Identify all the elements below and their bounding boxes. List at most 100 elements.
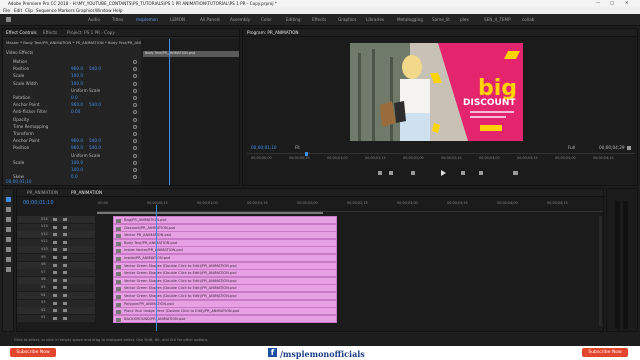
selection-tool-icon[interactable]: [6, 197, 11, 202]
hand-tool-icon[interactable]: [6, 257, 11, 262]
fit-dropdown[interactable]: Fit: [295, 145, 300, 150]
export-frame-icon[interactable]: [513, 171, 518, 175]
effect-property-row[interactable]: 100.0: [3, 167, 139, 174]
razor-tool-icon[interactable]: [6, 227, 11, 232]
effect-property-row[interactable]: Anchor Point 960.0 540.0: [3, 102, 139, 109]
quality-dropdown[interactable]: Full: [568, 145, 575, 150]
track-header[interactable]: V3: [17, 299, 95, 307]
menu-file[interactable]: File: [3, 8, 10, 13]
pen-tool-icon[interactable]: [6, 247, 11, 252]
effect-property-row[interactable]: Transform: [3, 131, 139, 138]
subscribe-button-right[interactable]: Subscribe Now: [582, 348, 628, 357]
keyframe-toggle-icon[interactable]: [133, 168, 137, 172]
timeline-playhead[interactable]: [156, 205, 157, 331]
keyframe-toggle-icon[interactable]: [133, 110, 137, 115]
tab-effects[interactable]: Effects: [43, 30, 57, 35]
eye-icon[interactable]: [63, 294, 67, 297]
program-ruler[interactable]: 00;00;00;00 00;00;00;15 00;00;01;00 00;00;0…: [247, 152, 635, 163]
effect-property-row[interactable]: Uniform Scale: [3, 88, 139, 95]
property-value-1[interactable]: 0.0: [71, 95, 78, 100]
property-value-1[interactable]: 100.0: [71, 160, 83, 165]
eye-icon[interactable]: [63, 271, 67, 275]
keyframe-toggle-icon[interactable]: [133, 67, 137, 72]
property-value-1[interactable]: 100.0: [71, 167, 83, 172]
menu-markers[interactable]: Markers: [58, 8, 75, 13]
lock-icon[interactable]: [53, 233, 57, 237]
track-header[interactable]: V7: [17, 269, 95, 277]
effect-property-row[interactable]: Uniform Scale: [3, 153, 139, 160]
workspace-libraries[interactable]: Libraries: [366, 17, 384, 22]
timeline-clip[interactable]: BACKGROUND/PR_ANIMATION.psd: [113, 314, 337, 323]
property-value-1[interactable]: Uniform Scale: [71, 88, 100, 93]
workspace-graphics[interactable]: Graphics: [338, 17, 357, 22]
lock-icon[interactable]: [53, 316, 57, 320]
eye-icon[interactable]: [63, 248, 67, 252]
effect-property-row[interactable]: Time Remapping: [3, 124, 139, 131]
eye-icon[interactable]: [63, 278, 67, 282]
effect-property-row[interactable]: Motion: [3, 59, 139, 66]
eye-icon[interactable]: [63, 301, 67, 305]
workspace-audio[interactable]: Audio: [88, 17, 100, 22]
lock-icon[interactable]: [53, 301, 57, 305]
program-title[interactable]: Program: PR_ANIMATION: [247, 30, 299, 35]
property-value-1[interactable]: 0.0: [71, 174, 78, 179]
facebook-icon[interactable]: f: [268, 348, 277, 357]
workspace-sen-4-temp[interactable]: SEN_4_TEMP: [484, 17, 511, 22]
track-header[interactable]: V11: [17, 238, 95, 246]
subscribe-button-left[interactable]: Subscribe Now: [10, 348, 56, 357]
lock-icon[interactable]: [53, 271, 57, 275]
eye-icon[interactable]: [63, 256, 67, 259]
keyframe-toggle-icon[interactable]: [133, 60, 137, 64]
timeline-ruler[interactable]: :00;00 00;00;00;15 00;00;01;00 00;00;01;15 0…: [97, 200, 603, 212]
track-header[interactable]: V10: [17, 246, 95, 254]
property-value-1[interactable]: 960.0: [71, 138, 83, 143]
tab-project[interactable]: Project: PS 1 PR - Copy: [67, 30, 115, 35]
keyframe-toggle-icon[interactable]: [133, 153, 137, 158]
lock-icon[interactable]: [53, 248, 57, 252]
property-value-2[interactable]: 540.0: [89, 146, 101, 150]
keyframe-toggle-icon[interactable]: [133, 103, 137, 108]
eye-icon[interactable]: [63, 218, 67, 221]
facebook-handle[interactable]: /msplemonofficials: [280, 349, 365, 359]
effect-property-row[interactable]: Scale 100.0: [3, 160, 139, 167]
property-value-2[interactable]: 540.0: [89, 138, 101, 143]
effect-property-row[interactable]: Position 960.0 540.0: [3, 66, 139, 73]
keyframe-toggle-icon[interactable]: [133, 160, 137, 165]
eye-icon[interactable]: [63, 225, 67, 229]
program-playhead[interactable]: [305, 152, 308, 156]
workspace-color[interactable]: Color: [261, 17, 272, 22]
mini-playhead[interactable]: [169, 39, 170, 185]
workspace-same-lit[interactable]: Same_lit: [432, 17, 450, 22]
step-forward-icon[interactable]: [461, 171, 465, 175]
lock-icon[interactable]: [53, 256, 57, 259]
eye-icon[interactable]: [63, 263, 67, 267]
property-value-1[interactable]: 0.00: [71, 110, 80, 114]
settings-wrench-icon[interactable]: [627, 146, 631, 150]
property-value-1[interactable]: 100.0: [71, 74, 83, 78]
effect-property-row[interactable]: Position 960.0 540.0: [3, 145, 139, 152]
close-icon[interactable]: ✕: [625, 0, 629, 5]
workspace-titles[interactable]: Titles: [112, 17, 123, 22]
keyframe-toggle-icon[interactable]: [133, 88, 137, 93]
type-tool-icon[interactable]: [6, 267, 11, 272]
property-value-1[interactable]: Uniform Scale: [71, 153, 100, 158]
timeline-timecode[interactable]: 00;00;01;10: [23, 201, 54, 206]
keyframe-toggle-icon[interactable]: [133, 146, 137, 151]
track-header[interactable]: V14: [17, 216, 95, 223]
keyframe-toggle-icon[interactable]: [133, 117, 137, 122]
timeline-scrollbar[interactable]: [599, 216, 602, 326]
keyframe-toggle-icon[interactable]: [133, 81, 137, 86]
mark-out-icon[interactable]: [389, 171, 393, 175]
property-value-2[interactable]: 540.0: [89, 102, 101, 107]
step-back-icon[interactable]: [411, 171, 415, 175]
effect-property-row[interactable]: Opacity: [3, 117, 139, 124]
eye-icon[interactable]: [63, 309, 67, 313]
keyframe-toggle-icon[interactable]: [133, 175, 137, 180]
keyframe-toggle-icon[interactable]: [133, 139, 137, 144]
effect-property-row[interactable]: Rotation 0.0: [3, 95, 139, 102]
lock-icon[interactable]: [53, 294, 57, 297]
effect-controls-timecode[interactable]: 00;00;01;10: [6, 179, 32, 184]
program-timecode[interactable]: 00;00;01;10: [251, 145, 277, 150]
keyframe-toggle-icon[interactable]: [133, 124, 137, 129]
keyframe-toggle-icon[interactable]: [133, 96, 137, 100]
